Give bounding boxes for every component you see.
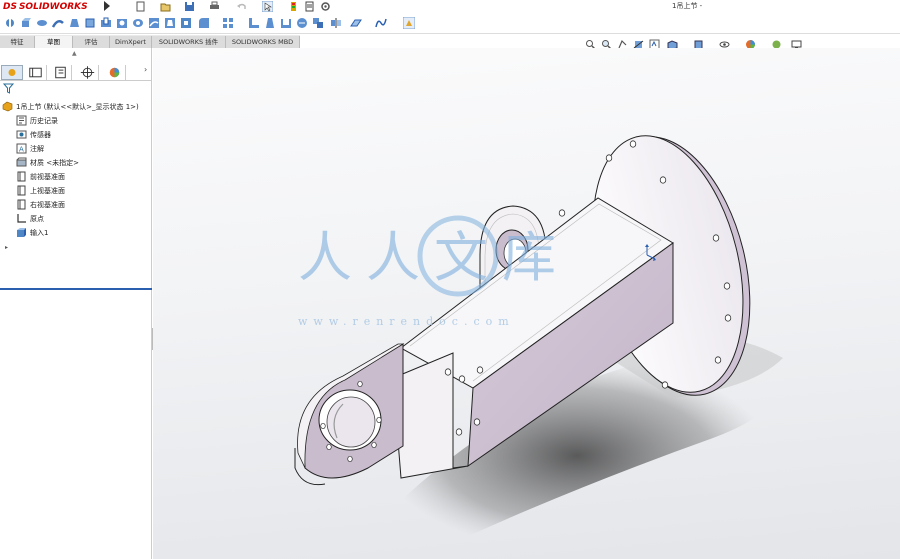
boundary-boss-icon[interactable]	[84, 17, 96, 29]
tab-features[interactable]: 特征	[0, 36, 35, 48]
tree-item-material[interactable]: 材质 <未指定>	[16, 156, 79, 169]
panel-tabs	[0, 64, 152, 81]
extruded-cut-icon[interactable]	[100, 17, 112, 29]
instant3d-icon[interactable]	[403, 17, 415, 29]
tab-evaluate[interactable]: 评估	[73, 36, 110, 48]
rollback-bar[interactable]	[0, 288, 152, 290]
boundary-cut-icon[interactable]	[180, 17, 192, 29]
sketch-icon[interactable]	[4, 17, 16, 29]
tree-item-right-plane[interactable]: 右视基准面	[16, 198, 65, 211]
tree-item-label: 前视基准面	[30, 172, 65, 181]
tab-sketch[interactable]: 草图	[35, 36, 73, 48]
display-manager-tab-icon[interactable]	[104, 65, 126, 80]
expand-arrow-icon[interactable]: ▸	[5, 244, 8, 251]
command-manager-tabs: 特征 草图 评估 DimXpert SOLIDWORKS 插件 SOLIDWOR…	[0, 35, 300, 48]
plane-icon	[17, 185, 26, 196]
tree-item-label: 右视基准面	[30, 200, 65, 209]
swept-cut-icon[interactable]	[148, 17, 160, 29]
front-lug-plate[interactable]	[294, 343, 405, 486]
panel-collapse-arrow-icon[interactable]: ▲	[72, 50, 77, 57]
origin-icon	[17, 214, 26, 223]
lofted-cut-icon[interactable]	[164, 17, 176, 29]
tree-item-history[interactable]: 历史记录	[16, 114, 58, 127]
draft-icon[interactable]	[264, 17, 276, 29]
loft-icon[interactable]	[68, 17, 80, 29]
tree-root-part[interactable]: 1吊上节 (默认<<默认>_显示状态 1>)	[2, 100, 139, 113]
reference-triad-icon	[645, 244, 656, 261]
tree-item-sensors[interactable]: 传感器	[16, 128, 51, 141]
hole-wizard-icon[interactable]	[116, 17, 128, 29]
tab-dimxpert[interactable]: DimXpert	[110, 36, 152, 48]
tab-solidworks-addins[interactable]: SOLIDWORKS 插件	[152, 36, 226, 48]
tree-item-label: 材质 <未指定>	[30, 158, 79, 167]
solidworks-logo[interactable]: DS SOLIDWORKS	[3, 0, 101, 13]
new-document-icon[interactable]	[135, 1, 146, 12]
extruded-boss-icon[interactable]	[20, 17, 32, 29]
tree-item-label: 输入1	[30, 228, 49, 237]
part-icon	[2, 101, 13, 112]
undo-icon[interactable]	[236, 1, 247, 12]
sensor-icon	[16, 130, 27, 139]
tree-item-label: 上视基准面	[30, 186, 65, 195]
history-icon	[16, 115, 27, 126]
part-model-3d[interactable]	[153, 48, 900, 559]
logo-name: SOLIDWORKS	[18, 1, 88, 12]
curves-icon[interactable]	[375, 17, 387, 29]
tree-item-label: 原点	[30, 214, 44, 223]
graphics-area[interactable]: 人人文库 www.renrendoc.com	[153, 48, 900, 559]
filter-icon[interactable]	[3, 83, 14, 94]
save-icon[interactable]	[184, 1, 195, 12]
rebuild-icon[interactable]	[288, 1, 299, 12]
options-gear-icon[interactable]	[320, 1, 331, 12]
feature-manager-tab-icon[interactable]	[1, 65, 23, 80]
annotation-icon: A	[16, 143, 27, 154]
select-icon[interactable]	[262, 1, 273, 12]
panel-more-arrow-icon[interactable]: ›	[144, 65, 147, 74]
open-icon[interactable]	[160, 1, 171, 12]
svg-text:A: A	[19, 146, 24, 154]
imported-body-icon	[17, 228, 26, 237]
intersect-icon[interactable]	[312, 17, 324, 29]
tree-item-label: 传感器	[30, 130, 51, 139]
mirror-icon[interactable]	[330, 17, 342, 29]
menu-expand-arrow-icon[interactable]	[104, 1, 110, 11]
logo-ds: DS	[3, 1, 17, 12]
material-icon	[16, 157, 27, 167]
tree-item-label: 注解	[30, 144, 44, 153]
dimxpert-manager-tab-icon[interactable]	[77, 65, 99, 80]
shell-icon[interactable]	[280, 17, 292, 29]
revolved-cut-icon[interactable]	[132, 17, 144, 29]
tree-item-annotations[interactable]: A 注解	[16, 142, 44, 155]
tree-item-origin[interactable]: 原点	[16, 212, 44, 225]
linear-pattern-icon[interactable]	[222, 17, 234, 29]
fillet-icon[interactable]	[198, 17, 210, 29]
title-bar: DS SOLIDWORKS 1吊上节 -	[0, 0, 900, 14]
tree-item-label: 历史记录	[30, 116, 58, 125]
feature-manager-panel: ▲ › 1吊上节 (默认<<默认>_显示状态 1>) 历史记录 传感器 ▸ A …	[0, 48, 152, 559]
file-properties-icon[interactable]	[304, 1, 315, 12]
sweep-icon[interactable]	[52, 17, 64, 29]
tree-item-front-plane[interactable]: 前视基准面	[16, 170, 65, 183]
watermark-url: www.renrendoc.com	[298, 315, 515, 328]
tab-solidworks-mbd[interactable]: SOLIDWORKS MBD	[226, 36, 300, 48]
tree-root-label: 1吊上节 (默认<<默认>_显示状态 1>)	[16, 102, 139, 111]
revolve-icon[interactable]	[36, 17, 48, 29]
print-icon[interactable]	[209, 1, 220, 12]
rib-icon[interactable]	[248, 17, 260, 29]
tree-item-top-plane[interactable]: 上视基准面	[16, 184, 65, 197]
configuration-manager-tab-icon[interactable]	[50, 65, 72, 80]
reference-geometry-icon[interactable]	[350, 17, 362, 29]
plane-icon	[17, 171, 26, 182]
property-manager-tab-icon[interactable]	[25, 65, 47, 80]
tree-item-imported1[interactable]: 输入1	[16, 226, 48, 239]
plane-icon	[17, 199, 26, 210]
document-title: 1吊上节 -	[672, 2, 703, 10]
command-manager-toolbar	[0, 14, 900, 34]
wrap-icon[interactable]	[296, 17, 308, 29]
